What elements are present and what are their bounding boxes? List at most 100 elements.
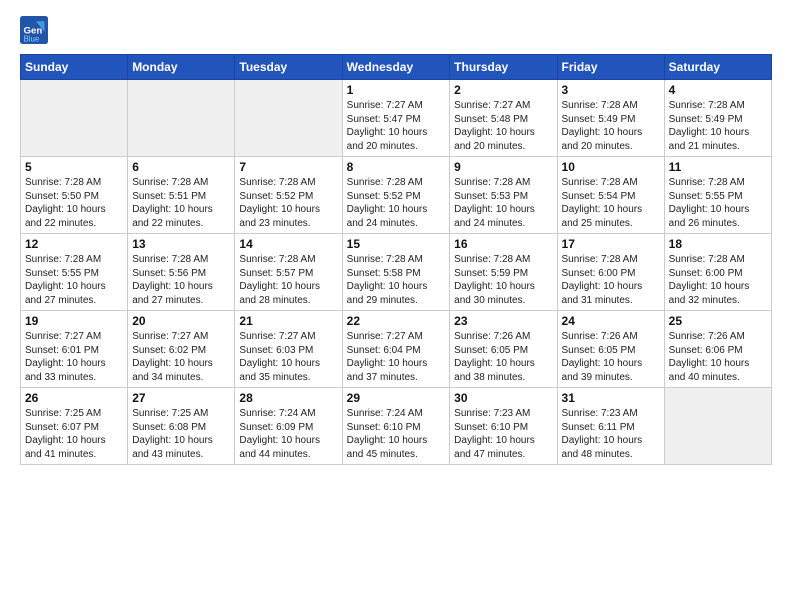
cell-info: Sunrise: 7:28 AMSunset: 5:49 PMDaylight:… bbox=[562, 99, 660, 153]
calendar-cell: 31 Sunrise: 7:23 AMSunset: 6:11 PMDayligh… bbox=[557, 388, 664, 465]
calendar-cell: 28 Sunrise: 7:24 AMSunset: 6:09 PMDayligh… bbox=[235, 388, 342, 465]
weekday-header-wednesday: Wednesday bbox=[342, 55, 450, 80]
cell-info: Sunrise: 7:27 AMSunset: 6:01 PMDaylight:… bbox=[25, 330, 123, 384]
cell-info: Sunrise: 7:28 AMSunset: 5:55 PMDaylight:… bbox=[25, 253, 123, 307]
calendar-cell: 5 Sunrise: 7:28 AMSunset: 5:50 PMDaylight… bbox=[21, 157, 128, 234]
header: Gen Blue bbox=[20, 16, 772, 44]
cell-info: Sunrise: 7:27 AMSunset: 5:48 PMDaylight:… bbox=[454, 99, 552, 153]
cell-info: Sunrise: 7:28 AMSunset: 5:57 PMDaylight:… bbox=[239, 253, 337, 307]
day-number: 18 bbox=[669, 237, 767, 251]
cell-info: Sunrise: 7:28 AMSunset: 5:52 PMDaylight:… bbox=[347, 176, 446, 230]
calendar-cell: 16 Sunrise: 7:28 AMSunset: 5:59 PMDayligh… bbox=[450, 234, 557, 311]
day-number: 31 bbox=[562, 391, 660, 405]
calendar-cell: 2Sunrise: 7:27 AMSunset: 5:48 PMDaylight… bbox=[450, 80, 557, 157]
day-number: 16 bbox=[454, 237, 552, 251]
calendar-cell: 7Sunrise: 7:28 AMSunset: 5:52 PMDaylight… bbox=[235, 157, 342, 234]
cell-info: Sunrise: 7:23 AMSunset: 6:11 PMDaylight:… bbox=[562, 407, 660, 461]
weekday-header-monday: Monday bbox=[128, 55, 235, 80]
day-number: 20 bbox=[132, 314, 230, 328]
cell-info: Sunrise: 7:28 AMSunset: 5:54 PMDaylight:… bbox=[562, 176, 660, 230]
page: Gen Blue SundayMondayTuesdayWednesdayThu… bbox=[0, 0, 792, 475]
calendar-cell bbox=[21, 80, 128, 157]
calendar-cell: 9Sunrise: 7:28 AMSunset: 5:53 PMDaylight… bbox=[450, 157, 557, 234]
cell-info: Sunrise: 7:27 AMSunset: 6:02 PMDaylight:… bbox=[132, 330, 230, 384]
calendar-cell: 25 Sunrise: 7:26 AMSunset: 6:06 PMDayligh… bbox=[664, 311, 771, 388]
calendar-cell: 11 Sunrise: 7:28 AMSunset: 5:55 PMDayligh… bbox=[664, 157, 771, 234]
day-number: 29 bbox=[347, 391, 446, 405]
cell-info: Sunrise: 7:28 AMSunset: 5:49 PMDaylight:… bbox=[669, 99, 767, 153]
cell-info: Sunrise: 7:27 AMSunset: 5:47 PMDaylight:… bbox=[347, 99, 446, 153]
week-row-1: 1 Sunrise: 7:27 AMSunset: 5:47 PMDaylight… bbox=[21, 80, 772, 157]
calendar-cell: 20 Sunrise: 7:27 AMSunset: 6:02 PMDayligh… bbox=[128, 311, 235, 388]
cell-info: Sunrise: 7:27 AMSunset: 6:04 PMDaylight:… bbox=[347, 330, 446, 384]
calendar-cell bbox=[235, 80, 342, 157]
cell-info: Sunrise: 7:28 AMSunset: 6:00 PMDaylight:… bbox=[669, 253, 767, 307]
day-number: 9 bbox=[454, 160, 552, 174]
calendar-cell: 12Sunrise: 7:28 AMSunset: 5:55 PMDayligh… bbox=[21, 234, 128, 311]
calendar-cell: 27Sunrise: 7:25 AMSunset: 6:08 PMDayligh… bbox=[128, 388, 235, 465]
calendar-cell: 10 Sunrise: 7:28 AMSunset: 5:54 PMDayligh… bbox=[557, 157, 664, 234]
calendar-cell: 26Sunrise: 7:25 AMSunset: 6:07 PMDayligh… bbox=[21, 388, 128, 465]
logo-icon: Gen Blue bbox=[20, 16, 48, 44]
week-row-5: 26Sunrise: 7:25 AMSunset: 6:07 PMDayligh… bbox=[21, 388, 772, 465]
calendar-cell: 19 Sunrise: 7:27 AMSunset: 6:01 PMDayligh… bbox=[21, 311, 128, 388]
calendar-cell: 15Sunrise: 7:28 AMSunset: 5:58 PMDayligh… bbox=[342, 234, 450, 311]
week-row-2: 5 Sunrise: 7:28 AMSunset: 5:50 PMDaylight… bbox=[21, 157, 772, 234]
calendar-cell: 1 Sunrise: 7:27 AMSunset: 5:47 PMDaylight… bbox=[342, 80, 450, 157]
cell-info: Sunrise: 7:26 AMSunset: 6:05 PMDaylight:… bbox=[562, 330, 660, 384]
cell-info: Sunrise: 7:26 AMSunset: 6:05 PMDaylight:… bbox=[454, 330, 552, 384]
calendar-cell bbox=[128, 80, 235, 157]
weekday-header-sunday: Sunday bbox=[21, 55, 128, 80]
weekday-header-saturday: Saturday bbox=[664, 55, 771, 80]
cell-info: Sunrise: 7:26 AMSunset: 6:06 PMDaylight:… bbox=[669, 330, 767, 384]
logo: Gen Blue bbox=[20, 16, 52, 44]
day-number: 27 bbox=[132, 391, 230, 405]
calendar-cell: 30 Sunrise: 7:23 AMSunset: 6:10 PMDayligh… bbox=[450, 388, 557, 465]
cell-info: Sunrise: 7:28 AMSunset: 5:56 PMDaylight:… bbox=[132, 253, 230, 307]
day-number: 5 bbox=[25, 160, 123, 174]
day-number: 11 bbox=[669, 160, 767, 174]
weekday-header-thursday: Thursday bbox=[450, 55, 557, 80]
calendar-cell: 24 Sunrise: 7:26 AMSunset: 6:05 PMDayligh… bbox=[557, 311, 664, 388]
week-row-3: 12Sunrise: 7:28 AMSunset: 5:55 PMDayligh… bbox=[21, 234, 772, 311]
day-number: 1 bbox=[347, 83, 446, 97]
cell-info: Sunrise: 7:28 AMSunset: 5:55 PMDaylight:… bbox=[669, 176, 767, 230]
calendar-cell: 18 Sunrise: 7:28 AMSunset: 6:00 PMDayligh… bbox=[664, 234, 771, 311]
cell-info: Sunrise: 7:24 AMSunset: 6:09 PMDaylight:… bbox=[239, 407, 337, 461]
week-row-4: 19 Sunrise: 7:27 AMSunset: 6:01 PMDayligh… bbox=[21, 311, 772, 388]
calendar-cell: 22 Sunrise: 7:27 AMSunset: 6:04 PMDayligh… bbox=[342, 311, 450, 388]
day-number: 25 bbox=[669, 314, 767, 328]
weekday-header-friday: Friday bbox=[557, 55, 664, 80]
calendar-cell: 3Sunrise: 7:28 AMSunset: 5:49 PMDaylight… bbox=[557, 80, 664, 157]
calendar-cell: 14 Sunrise: 7:28 AMSunset: 5:57 PMDayligh… bbox=[235, 234, 342, 311]
svg-text:Blue: Blue bbox=[24, 34, 40, 43]
calendar-cell: 13Sunrise: 7:28 AMSunset: 5:56 PMDayligh… bbox=[128, 234, 235, 311]
day-number: 24 bbox=[562, 314, 660, 328]
day-number: 10 bbox=[562, 160, 660, 174]
day-number: 15 bbox=[347, 237, 446, 251]
calendar-cell: 21Sunrise: 7:27 AMSunset: 6:03 PMDayligh… bbox=[235, 311, 342, 388]
day-number: 26 bbox=[25, 391, 123, 405]
day-number: 8 bbox=[347, 160, 446, 174]
day-number: 28 bbox=[239, 391, 337, 405]
day-number: 19 bbox=[25, 314, 123, 328]
day-number: 30 bbox=[454, 391, 552, 405]
calendar-cell: 4 Sunrise: 7:28 AMSunset: 5:49 PMDaylight… bbox=[664, 80, 771, 157]
weekday-header-tuesday: Tuesday bbox=[235, 55, 342, 80]
cell-info: Sunrise: 7:28 AMSunset: 5:59 PMDaylight:… bbox=[454, 253, 552, 307]
day-number: 6 bbox=[132, 160, 230, 174]
calendar-cell bbox=[664, 388, 771, 465]
cell-info: Sunrise: 7:28 AMSunset: 5:50 PMDaylight:… bbox=[25, 176, 123, 230]
cell-info: Sunrise: 7:28 AMSunset: 5:52 PMDaylight:… bbox=[239, 176, 337, 230]
calendar: SundayMondayTuesdayWednesdayThursdayFrid… bbox=[20, 54, 772, 465]
cell-info: Sunrise: 7:23 AMSunset: 6:10 PMDaylight:… bbox=[454, 407, 552, 461]
day-number: 4 bbox=[669, 83, 767, 97]
cell-info: Sunrise: 7:28 AMSunset: 6:00 PMDaylight:… bbox=[562, 253, 660, 307]
day-number: 14 bbox=[239, 237, 337, 251]
cell-info: Sunrise: 7:28 AMSunset: 5:51 PMDaylight:… bbox=[132, 176, 230, 230]
day-number: 22 bbox=[347, 314, 446, 328]
calendar-cell: 6 Sunrise: 7:28 AMSunset: 5:51 PMDaylight… bbox=[128, 157, 235, 234]
day-number: 17 bbox=[562, 237, 660, 251]
calendar-cell: 17 Sunrise: 7:28 AMSunset: 6:00 PMDayligh… bbox=[557, 234, 664, 311]
day-number: 23 bbox=[454, 314, 552, 328]
